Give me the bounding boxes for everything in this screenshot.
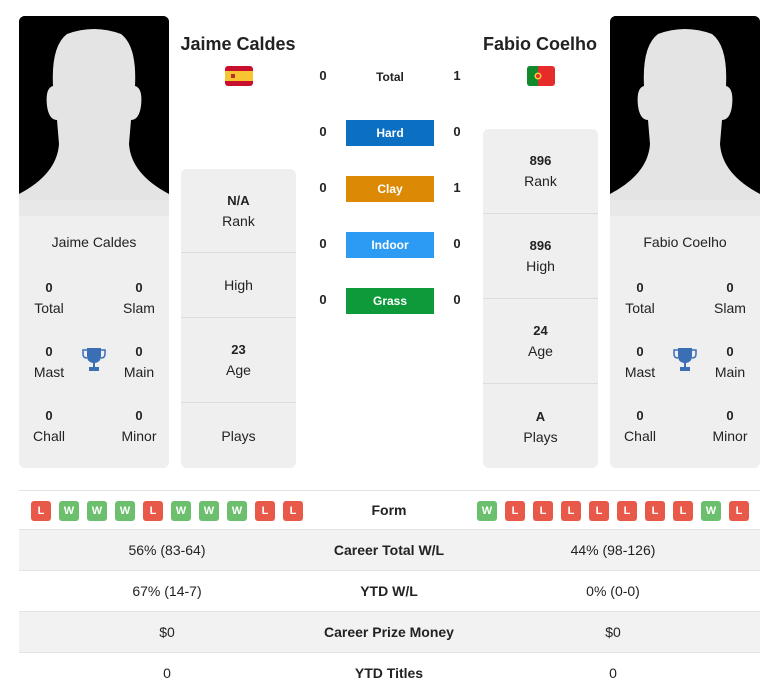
player2-slam-titles: 0 Slam bbox=[714, 280, 746, 316]
player2-card-name: Fabio Coelho bbox=[643, 234, 727, 250]
portugal-flag-icon bbox=[527, 66, 555, 86]
form-row: L W W W L W W W L L Form W L L L L L L L… bbox=[19, 490, 760, 530]
comparison-row-prize-money: $0 Career Prize Money $0 bbox=[19, 612, 760, 653]
form-result-badge[interactable]: L bbox=[645, 501, 665, 521]
player2-form: W L L L L L L L W L bbox=[477, 501, 749, 521]
comparison-row-ytd-titles: 0 YTD Titles 0 bbox=[163, 665, 617, 681]
form-result-badge[interactable]: L bbox=[31, 501, 51, 521]
player2-titles-card: Fabio Coelho 0 Total 0 Slam 0 Mast 0 Mai… bbox=[610, 216, 760, 468]
player1-form: L W W W L W W W L L bbox=[31, 501, 303, 521]
player2-info-panel: 896 Rank 896 High 24 Age A Plays bbox=[483, 129, 598, 468]
form-result-badge[interactable]: L bbox=[589, 501, 609, 521]
spain-flag-icon bbox=[225, 66, 253, 86]
h2h-hard-row: 0 Hard 0 bbox=[300, 120, 480, 146]
form-label: Form bbox=[371, 502, 407, 518]
h2h-indoor-row: 0 Indoor 0 bbox=[300, 232, 480, 258]
form-result-badge[interactable]: L bbox=[143, 501, 163, 521]
h2h-total-label: Total bbox=[376, 70, 404, 84]
player1-info-panel: N/A Rank High 23 Age Plays bbox=[181, 169, 296, 468]
form-result-badge[interactable]: W bbox=[115, 501, 135, 521]
player2-high: 896 High bbox=[483, 214, 598, 299]
trophy-icon bbox=[673, 348, 697, 371]
player2-mast-titles: 0 Mast bbox=[624, 344, 656, 380]
player2-age: 24 Age bbox=[483, 299, 598, 384]
form-result-badge[interactable]: W bbox=[477, 501, 497, 521]
player1-mast-titles: 0 Mast bbox=[33, 344, 65, 380]
player2-minor-titles: 0 Minor bbox=[712, 408, 748, 444]
surface-clay-badge[interactable]: Clay bbox=[346, 176, 434, 202]
surface-indoor-badge[interactable]: Indoor bbox=[346, 232, 434, 258]
player1-age: 23 Age bbox=[181, 318, 296, 403]
form-result-badge[interactable]: L bbox=[533, 501, 553, 521]
player1-photo bbox=[19, 16, 169, 216]
trophy-icon bbox=[82, 348, 106, 371]
player1-slam-titles: 0 Slam bbox=[123, 280, 155, 316]
h2h-total-row: 0 Total 1 bbox=[300, 64, 480, 90]
player2-plays: A Plays bbox=[523, 408, 558, 445]
player-silhouette-icon bbox=[19, 16, 169, 216]
form-result-badge[interactable]: W bbox=[701, 501, 721, 521]
comparison-row-career-total: 56% (83-64) Career Total W/L 44% (98-126… bbox=[19, 530, 760, 571]
player1-titles-card: Jaime Caldes 0 Total 0 Slam 0 Mast 0 Mai… bbox=[19, 216, 169, 468]
comparison-row-ytd-wl: 67% (14-7) YTD W/L 0% (0-0) bbox=[19, 571, 760, 612]
player2-photo bbox=[610, 16, 760, 216]
player2-rank: 896 Rank bbox=[483, 129, 598, 214]
form-result-badge[interactable]: L bbox=[729, 501, 749, 521]
form-result-badge[interactable]: W bbox=[87, 501, 107, 521]
player1-card-name: Jaime Caldes bbox=[51, 234, 137, 250]
player1-total-titles: 0 Total bbox=[34, 280, 64, 316]
form-result-badge[interactable]: L bbox=[617, 501, 637, 521]
player2-total-titles: 0 Total bbox=[625, 280, 655, 316]
form-result-badge[interactable]: W bbox=[227, 501, 247, 521]
form-result-badge[interactable]: L bbox=[255, 501, 275, 521]
player-silhouette-icon bbox=[610, 16, 760, 216]
form-result-badge[interactable]: W bbox=[59, 501, 79, 521]
form-result-badge[interactable]: L bbox=[283, 501, 303, 521]
surface-grass-badge[interactable]: Grass bbox=[346, 288, 434, 314]
player1-minor-titles: 0 Minor bbox=[121, 408, 157, 444]
surface-hard-badge[interactable]: Hard bbox=[346, 120, 434, 146]
form-result-badge[interactable]: L bbox=[673, 501, 693, 521]
form-result-badge[interactable]: W bbox=[171, 501, 191, 521]
h2h-grass-row: 0 Grass 0 bbox=[300, 288, 480, 314]
player1-name[interactable]: Jaime Caldes bbox=[168, 34, 308, 55]
player1-chall-titles: 0 Chall bbox=[33, 408, 65, 444]
form-result-badge[interactable]: W bbox=[199, 501, 219, 521]
player1-main-titles: 0 Main bbox=[123, 344, 155, 380]
player2-chall-titles: 0 Chall bbox=[624, 408, 656, 444]
h2h-clay-row: 0 Clay 1 bbox=[300, 176, 480, 202]
player1-plays: Plays bbox=[221, 427, 256, 444]
player2-main-titles: 0 Main bbox=[714, 344, 746, 380]
player1-high: High bbox=[181, 253, 296, 318]
player1-rank: N/A Rank bbox=[181, 169, 296, 253]
form-result-badge[interactable]: L bbox=[561, 501, 581, 521]
player2-name[interactable]: Fabio Coelho bbox=[470, 34, 610, 55]
form-result-badge[interactable]: L bbox=[505, 501, 525, 521]
